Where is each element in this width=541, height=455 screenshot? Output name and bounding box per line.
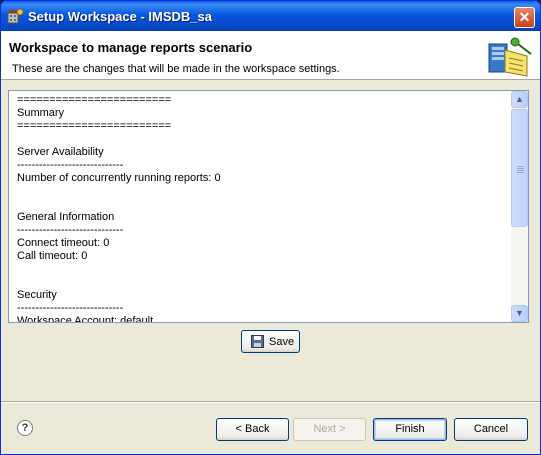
page-description: These are the changes that will be made … <box>12 63 340 75</box>
help-icon[interactable]: ? <box>17 420 33 436</box>
next-button[interactable]: Next > <box>293 418 366 441</box>
scroll-up-button[interactable]: ▲ <box>511 91 528 108</box>
finish-button[interactable]: Finish <box>373 418 447 441</box>
summary-line: ----------------------------- <box>17 159 124 171</box>
chevron-up-icon: ▲ <box>515 94 524 104</box>
summary-line: Server Availability <box>17 146 104 158</box>
save-button[interactable]: Save <box>241 330 300 353</box>
grip-icon <box>517 166 524 167</box>
summary-line: ----------------------------- <box>17 302 124 314</box>
scroll-thumb[interactable] <box>511 109 528 227</box>
footer-separator <box>1 401 540 403</box>
summary-line: ----------------------------- <box>17 224 124 236</box>
summary-line: Connect timeout: 0 <box>17 237 110 249</box>
close-button[interactable]: ✕ <box>514 7 535 28</box>
summary-line: Security <box>17 289 57 301</box>
close-icon: ✕ <box>518 9 531 25</box>
app-icon <box>7 8 24 24</box>
cancel-button[interactable]: Cancel <box>454 418 528 441</box>
chevron-down-icon: ▼ <box>515 308 524 318</box>
summary-line: Workspace Account: default <box>17 315 154 322</box>
scroll-down-button[interactable]: ▼ <box>511 305 528 322</box>
summary-line: Number of concurrently running reports: … <box>17 172 221 184</box>
summary-line <box>17 263 509 276</box>
page-title: Workspace to manage reports scenario <box>9 40 253 55</box>
summary-text-area[interactable]: ======================== Summary =========… <box>8 90 529 323</box>
floppy-disk-icon <box>251 335 264 348</box>
summary-line: Call timeout: 0 <box>17 250 88 262</box>
dialog-body: Workspace to manage reports scenario The… <box>1 31 540 454</box>
summary-text: ======================== Summary =========… <box>17 94 509 322</box>
wizard-header: Workspace to manage reports scenario The… <box>1 31 540 80</box>
summary-line: ======================== <box>17 94 172 106</box>
summary-line: General Information <box>17 211 115 223</box>
vertical-scrollbar[interactable]: ▲ ▼ <box>511 91 528 322</box>
summary-line <box>17 276 509 289</box>
summary-line: ======================== <box>17 120 172 132</box>
summary-line: Summary <box>17 107 65 119</box>
window-title: Setup Workspace - IMSDB_sa <box>28 9 212 24</box>
summary-line <box>17 185 509 198</box>
setup-workspace-dialog: Setup Workspace - IMSDB_sa ✕ Workspace t… <box>0 0 541 455</box>
title-bar[interactable]: Setup Workspace - IMSDB_sa ✕ <box>1 1 540 31</box>
save-button-label: Save <box>269 336 295 348</box>
summary-line <box>17 133 509 146</box>
back-button[interactable]: < Back <box>216 418 289 441</box>
summary-line <box>17 198 509 211</box>
workspace-settings-icon <box>488 37 532 77</box>
